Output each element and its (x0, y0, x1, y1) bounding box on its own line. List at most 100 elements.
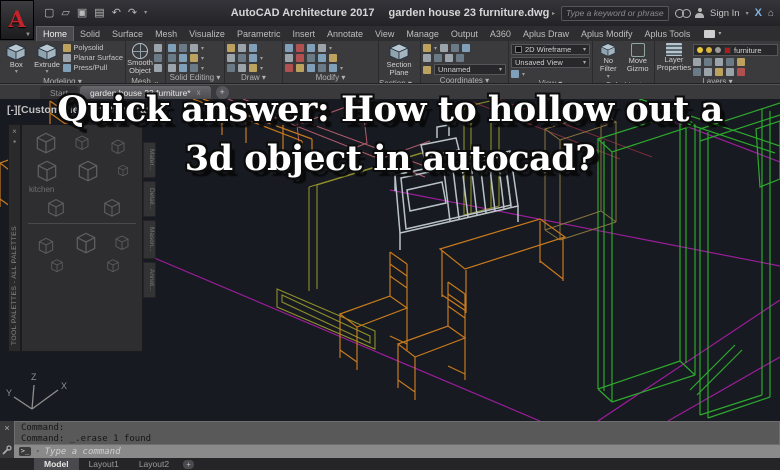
tab-layout1[interactable]: Layout1 (79, 458, 129, 470)
command-line-grip[interactable]: × (0, 421, 14, 458)
arc-icon[interactable] (249, 44, 257, 52)
union-icon[interactable] (168, 44, 176, 52)
smooth-object-button[interactable]: Smooth Object (128, 43, 152, 76)
exchange-apps-icon[interactable]: X (755, 7, 762, 19)
panel-label-modeling[interactable]: Modeling ▾ (0, 76, 125, 83)
palette-tab-masonry[interactable]: Mason... (143, 220, 156, 259)
save-icon[interactable]: ▣ (77, 8, 87, 19)
ucs-named-icon[interactable] (423, 66, 431, 74)
polysolid-button[interactable]: Polysolid (63, 43, 123, 52)
mesh-tool-icon[interactable] (154, 44, 162, 52)
ribbon-tab-surface[interactable]: Surface (106, 26, 149, 41)
sign-in-dropdown-icon[interactable]: ▾ (746, 10, 749, 17)
layer-dropdown[interactable]: furniture (693, 44, 778, 56)
separate-icon[interactable] (179, 64, 187, 72)
ellipse-icon[interactable] (249, 64, 257, 72)
ribbon-display-options[interactable]: ▾ (704, 26, 721, 41)
line-icon[interactable] (238, 54, 246, 62)
layer-isolate-icon[interactable] (693, 58, 701, 66)
polygon-icon[interactable] (227, 64, 235, 72)
layer-previous-icon[interactable] (704, 68, 712, 76)
rotate-icon[interactable] (296, 44, 304, 52)
hatch-icon[interactable] (238, 64, 246, 72)
ucs-z-axis-icon[interactable] (434, 54, 442, 62)
plot-icon[interactable]: ▤ (94, 8, 104, 19)
scale-icon[interactable] (296, 54, 304, 62)
furniture-tool[interactable] (39, 196, 73, 218)
ribbon-tab-view[interactable]: View (369, 26, 400, 41)
shell-icon[interactable] (168, 64, 176, 72)
planar-surface-button[interactable]: Planar Surface (63, 53, 123, 62)
new-layout-button[interactable]: + (183, 460, 194, 469)
panel-label-layers[interactable]: Layers ▾ (655, 76, 780, 83)
undo-icon[interactable]: ↶ (112, 8, 121, 19)
offset-icon[interactable] (318, 64, 326, 72)
layer-make-current-icon[interactable] (693, 68, 701, 76)
qat-dropdown-icon[interactable]: ▾ (144, 10, 147, 16)
layer-match-icon[interactable] (737, 58, 745, 66)
chevron-down-icon[interactable]: ▾ (329, 45, 332, 52)
ucs-view-icon[interactable] (462, 44, 470, 52)
ribbon-tab-aplus-modify[interactable]: Aplus Modify (575, 26, 639, 41)
tab-model[interactable]: Model (34, 458, 79, 470)
section-plane-button[interactable]: Section Plane (381, 43, 417, 78)
redo-icon[interactable]: ↷ (128, 8, 137, 19)
no-filter-button[interactable]: No Filter ▾ (595, 43, 622, 80)
join-icon[interactable] (329, 64, 337, 72)
help-search-input[interactable]: Type a keyword or phrase (561, 6, 669, 21)
panel-label-view[interactable]: View ▾ (509, 78, 592, 83)
slice-icon[interactable] (168, 54, 176, 62)
panel-label-section[interactable]: Section ▾ ⌄ (379, 78, 420, 84)
close-icon[interactable]: × (4, 424, 9, 433)
imprint-icon[interactable] (190, 54, 198, 62)
ribbon-tab-annotate[interactable]: Annotate (321, 26, 369, 41)
polyline-icon[interactable] (227, 44, 235, 52)
sign-in-button[interactable]: Sign In (710, 8, 740, 19)
chevron-down-icon[interactable]: ▾ (260, 65, 263, 72)
box-button[interactable]: Box ▾ (2, 43, 31, 76)
search-binoculars-icon[interactable] (675, 9, 689, 17)
rectangle-icon[interactable] (238, 44, 246, 52)
ucs-previous-icon[interactable] (451, 44, 459, 52)
wrench-icon[interactable] (2, 445, 12, 455)
furniture-tool[interactable] (105, 257, 121, 273)
ribbon-tab-parametric[interactable]: Parametric (231, 26, 287, 41)
layer-lock-tool-icon[interactable] (715, 68, 723, 76)
chevron-down-icon[interactable]: ▾ (201, 55, 204, 62)
furniture-tool[interactable] (33, 235, 59, 255)
palette-tab-detailing[interactable]: Detail... (143, 181, 156, 217)
new-file-icon[interactable]: ▢ (44, 8, 54, 19)
named-view-dropdown[interactable]: Unsaved View ▾ (511, 57, 590, 68)
ucs-world-icon[interactable] (440, 44, 448, 52)
mirror-icon[interactable] (307, 54, 315, 62)
copy-icon[interactable] (318, 44, 326, 52)
ucs-named-dropdown[interactable]: Unnamed ▾ (434, 64, 506, 75)
mesh-tool-icon[interactable] (154, 54, 162, 62)
move-gizmo-button[interactable]: Move Gizmo (624, 43, 652, 74)
press-pull-button[interactable]: Press/Pull (63, 63, 123, 72)
chevron-down-icon[interactable]: ▾ (434, 45, 437, 52)
chevron-down-icon[interactable]: ▾ (522, 71, 525, 78)
tab-layout2[interactable]: Layout2 (129, 458, 179, 470)
chevron-down-icon[interactable]: ▾ (201, 65, 204, 72)
furniture-tool[interactable] (113, 229, 131, 255)
ribbon-tab-manage[interactable]: Manage (400, 26, 445, 41)
panel-label-modify[interactable]: Modify ▾ (283, 72, 378, 83)
ribbon-tab-insert[interactable]: Insert (286, 26, 321, 41)
ribbon-tab-solid[interactable]: Solid (74, 26, 106, 41)
palette-tab-annotation[interactable]: Annot... (143, 262, 156, 298)
panel-label-mesh[interactable]: Mesh ⌄ (126, 76, 165, 84)
ucs-icon[interactable] (423, 44, 431, 52)
panel-label-solid-editing[interactable]: Solid Editing ▾ (166, 72, 224, 83)
move-icon[interactable] (285, 44, 293, 52)
layer-properties-button[interactable]: Layer Properties (657, 43, 691, 73)
circle-icon[interactable] (249, 54, 257, 62)
ucs-origin-icon[interactable] (423, 54, 431, 62)
chevron-down-icon[interactable]: ▾ (260, 55, 263, 62)
ucs-3point-icon[interactable] (445, 54, 453, 62)
visual-style-dropdown[interactable]: 2D Wireframe ▾ (511, 44, 590, 55)
stretch-icon[interactable] (285, 54, 293, 62)
trim-icon[interactable] (307, 44, 315, 52)
command-input[interactable]: >_ ▾ Type a command (14, 445, 780, 458)
ribbon-tab-visualize[interactable]: Visualize (183, 26, 231, 41)
